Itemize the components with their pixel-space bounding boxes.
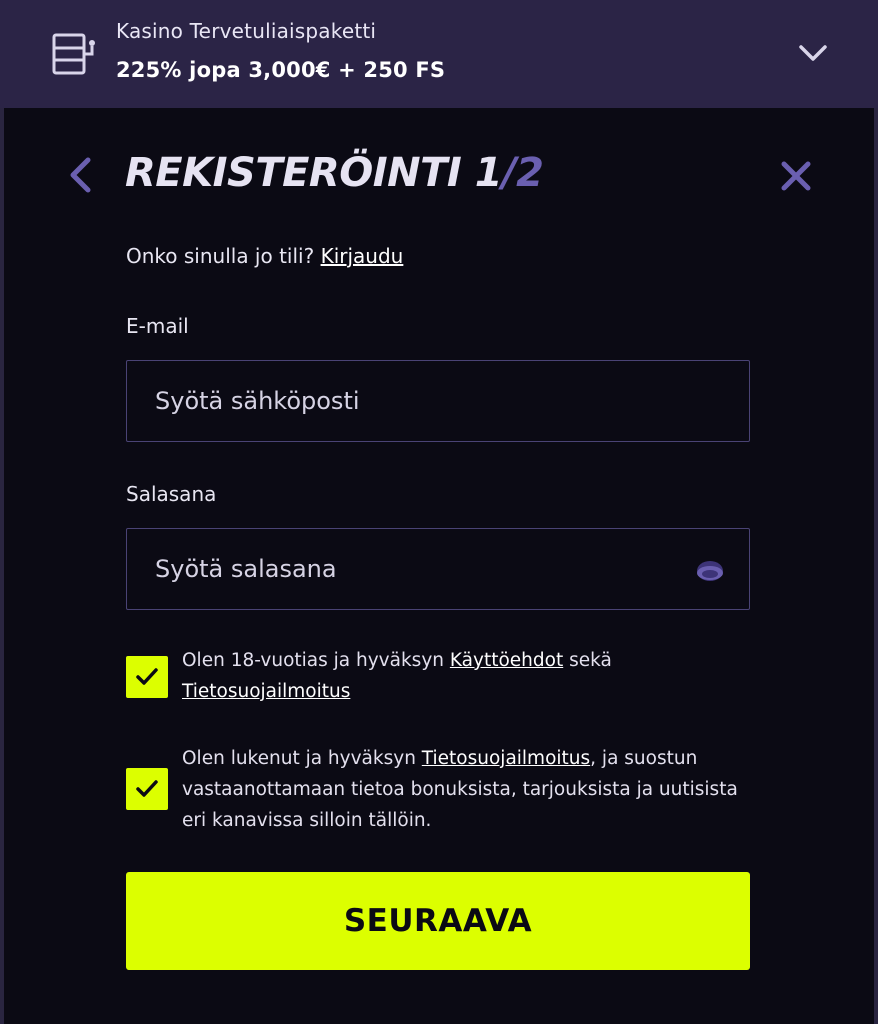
marketing-consent-text: Olen lukenut ja hyväksyn Tietosuojailmoi… (182, 743, 762, 836)
next-button[interactable]: SEURAAVA (126, 872, 750, 970)
terms-of-use-link[interactable]: Käyttöehdot (450, 650, 563, 671)
right-edge (874, 0, 878, 1024)
privacy-notice-link[interactable]: Tietosuojailmoitus (182, 681, 350, 702)
email-field[interactable] (155, 361, 695, 441)
gift-icon (52, 33, 95, 75)
terms-consent-text: Olen 18-vuotias ja hyväksyn Käyttöehdot … (182, 645, 762, 707)
email-label: E-mail (126, 314, 189, 338)
marketing-privacy-link[interactable]: Tietosuojailmoitus (422, 748, 590, 769)
login-prompt-text: Onko sinulla jo tili? (126, 244, 321, 268)
step-current: 1 (474, 150, 503, 196)
banner-title: Kasino Tervetuliaispaketti (116, 19, 377, 43)
password-label: Salasana (126, 482, 217, 506)
back-button[interactable] (62, 154, 98, 196)
step-separator: / (502, 150, 517, 196)
page-title: REKISTERÖINTI 1/2 (125, 150, 544, 196)
welcome-bonus-banner[interactable]: Kasino Tervetuliaispaketti 225% jopa 3,0… (0, 0, 878, 108)
checkmark-icon (136, 668, 158, 685)
login-link[interactable]: Kirjaudu (321, 244, 404, 268)
terms-text-middle: sekä (563, 650, 612, 671)
eye-icon[interactable] (695, 559, 725, 583)
password-field[interactable] (155, 529, 695, 609)
marketing-checkbox[interactable] (126, 768, 168, 810)
email-field-container (126, 360, 750, 442)
left-edge (0, 0, 4, 1024)
step-total: 2 (516, 150, 544, 196)
terms-text-start: Olen 18-vuotias ja hyväksyn (182, 650, 450, 671)
terms-checkbox[interactable] (126, 656, 168, 698)
marketing-text-start: Olen lukenut ja hyväksyn (182, 748, 422, 769)
password-field-container (126, 528, 750, 610)
checkmark-icon (136, 780, 158, 797)
banner-offer: 225% jopa 3,000€ + 250 FS (116, 58, 446, 82)
close-button[interactable] (776, 156, 816, 196)
login-prompt: Onko sinulla jo tili? Kirjaudu (126, 244, 403, 268)
title-text: REKISTERÖINTI (125, 150, 475, 196)
chevron-down-icon[interactable] (796, 38, 830, 68)
registration-page: Kasino Tervetuliaispaketti 225% jopa 3,0… (0, 0, 878, 1024)
